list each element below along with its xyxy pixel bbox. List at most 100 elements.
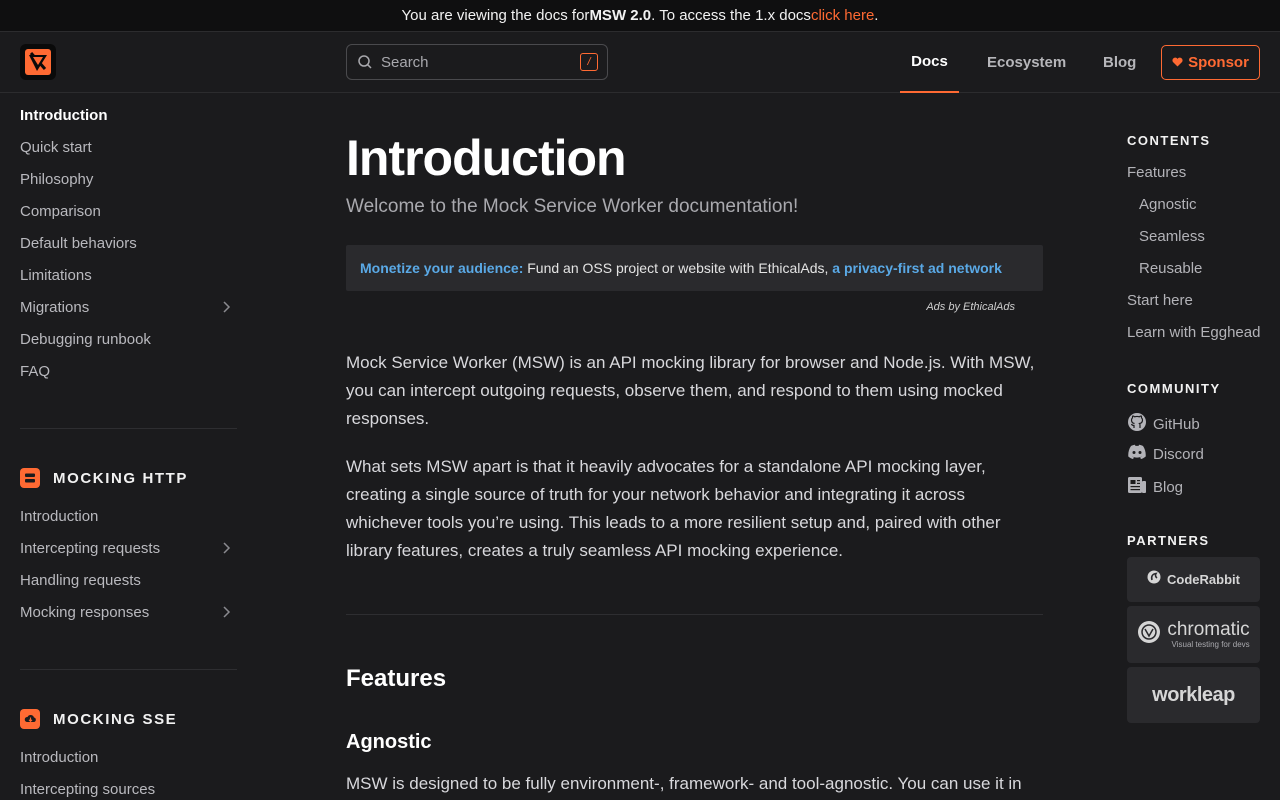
ad-link: a privacy-first ad network	[832, 260, 1002, 276]
sidebar-item-handling-requests[interactable]: Handling requests	[20, 568, 237, 592]
toc-item-reusable[interactable]: Reusable	[1139, 260, 1202, 277]
sidebar-item-label: Intercepting requests	[20, 539, 161, 557]
sidebar-item-label: Default behaviors	[20, 234, 137, 252]
site-header: Search / Docs Ecosystem Blog Sponsor	[0, 32, 1280, 93]
community-link-label: Discord	[1153, 445, 1204, 463]
page-subtitle: Welcome to the Mock Service Worker docum…	[346, 196, 799, 217]
sponsor-label: Sponsor	[1188, 54, 1249, 71]
search-placeholder: Search	[381, 53, 429, 71]
toc-item-seamless[interactable]: Seamless	[1139, 228, 1205, 245]
sidebar-item-migrations[interactable]: Migrations	[20, 295, 237, 319]
toc-item-start-here[interactable]: Start here	[1127, 292, 1193, 309]
ad-attribution[interactable]: Ads by EthicalAds	[926, 301, 1015, 313]
cloud-download-icon	[20, 709, 40, 729]
partner-name: workleap	[1152, 683, 1235, 706]
agnostic-paragraph: MSW is designed to be fully environment-…	[346, 774, 1022, 793]
sidebar-item-label: Comparison	[20, 202, 101, 220]
sidebar-item-sse-introduction[interactable]: Introduction	[20, 745, 237, 769]
sidebar-item-faq[interactable]: FAQ	[20, 359, 237, 383]
intro-paragraph: What sets MSW apart is that it heavily a…	[346, 457, 1001, 560]
partner-coderabbit[interactable]: CodeRabbit	[1127, 557, 1260, 602]
sidebar-item-introduction[interactable]: Introduction	[20, 103, 237, 127]
version-banner: You are viewing the docs for MSW 2.0 . T…	[0, 0, 1280, 32]
sidebar-item-label: Quick start	[20, 138, 92, 156]
features-heading: Features	[346, 665, 447, 692]
nav-docs[interactable]: Docs	[900, 32, 959, 93]
newspaper-icon	[1127, 476, 1147, 498]
sidebar-item-http-introduction[interactable]: Introduction	[20, 504, 237, 528]
sidebar-item-label: Mocking responses	[20, 603, 150, 621]
sidebar-divider	[20, 428, 237, 429]
banner-version: MSW 2.0	[589, 7, 652, 24]
sidebar-item-label: Limitations	[20, 266, 92, 284]
sidebar-item-quick-start[interactable]: Quick start	[20, 135, 237, 159]
toc-item-learn-with-egghead[interactable]: Learn with Egghead	[1127, 324, 1260, 341]
partner-tagline: Visual testing for devs	[1171, 640, 1250, 649]
discord-icon	[1127, 444, 1147, 464]
nav-ecosystem[interactable]: Ecosystem	[987, 32, 1066, 93]
banner-link[interactable]: click here	[811, 7, 874, 24]
toc-heading-contents: CONTENTS	[1127, 133, 1211, 148]
sidebar-item-label: Introduction	[20, 106, 108, 124]
server-icon	[20, 468, 40, 488]
toc-heading-community: COMMUNITY	[1127, 381, 1221, 396]
agnostic-heading: Agnostic	[346, 731, 432, 753]
partner-chromatic[interactable]: chromatic Visual testing for devs	[1127, 606, 1260, 663]
search-input[interactable]: Search /	[346, 44, 608, 80]
section-title: MOCKING SSE	[53, 710, 178, 728]
msw-logo-icon	[25, 49, 51, 75]
community-link-github[interactable]: GitHub	[1127, 412, 1200, 436]
community-link-blog[interactable]: Blog	[1127, 476, 1183, 498]
sidebar-item-label: Handling requests	[20, 571, 141, 589]
partner-name: chromatic	[1167, 619, 1250, 640]
sidebar-item-label: Migrations	[20, 298, 90, 316]
ad-headline: Monetize your audience:	[360, 260, 524, 276]
sidebar-item-label: Introduction	[20, 748, 99, 766]
intro-paragraph: Mock Service Worker (MSW) is an API mock…	[346, 353, 1035, 428]
nav-blog[interactable]: Blog	[1103, 32, 1136, 93]
coderabbit-logo-icon	[1147, 570, 1161, 589]
chromatic-logo-icon	[1137, 620, 1161, 649]
sidebar-item-comparison[interactable]: Comparison	[20, 199, 237, 223]
chevron-right-icon	[219, 605, 233, 619]
banner-prefix: You are viewing the docs for	[401, 7, 590, 24]
content-divider	[346, 614, 1043, 615]
sidebar-item-label: Intercepting sources	[20, 780, 156, 798]
partner-name: CodeRabbit	[1167, 572, 1240, 587]
github-icon	[1127, 412, 1147, 436]
sidebar-item-mocking-responses[interactable]: Mocking responses	[20, 600, 237, 624]
sidebar-item-default-behaviors[interactable]: Default behaviors	[20, 231, 237, 255]
section-title: MOCKING HTTP	[53, 469, 189, 487]
section-heading-mocking-http: MOCKING HTTP	[20, 467, 188, 489]
toc-item-agnostic[interactable]: Agnostic	[1139, 196, 1197, 213]
banner-suffix: .	[874, 7, 879, 24]
sidebar-item-label: FAQ	[20, 362, 51, 380]
section-heading-mocking-sse: MOCKING SSE	[20, 708, 177, 730]
ethical-ad[interactable]: Monetize your audience: Fund an OSS proj…	[346, 245, 1043, 291]
sidebar-item-intercepting-sources[interactable]: Intercepting sources	[20, 777, 237, 800]
sidebar-item-limitations[interactable]: Limitations	[20, 263, 237, 287]
msw-logo[interactable]	[20, 44, 56, 80]
partner-workleap[interactable]: workleap	[1127, 667, 1260, 723]
sidebar-item-philosophy[interactable]: Philosophy	[20, 167, 237, 191]
page-title: Introduction	[346, 130, 627, 186]
community-link-discord[interactable]: Discord	[1127, 444, 1204, 464]
toc-item-features[interactable]: Features	[1127, 164, 1186, 181]
toc-heading-partners: PARTNERS	[1127, 533, 1210, 548]
sidebar-item-label: Philosophy	[20, 170, 94, 188]
community-link-label: GitHub	[1153, 415, 1200, 433]
chevron-right-icon	[219, 300, 233, 314]
banner-middle: . To access the 1.x docs	[651, 7, 811, 24]
sidebar-item-debugging-runbook[interactable]: Debugging runbook	[20, 327, 237, 351]
search-icon	[357, 54, 373, 70]
sidebar-divider	[20, 669, 237, 670]
chevron-right-icon	[219, 541, 233, 555]
sidebar-item-label: Debugging runbook	[20, 330, 151, 348]
sidebar-item-label: Introduction	[20, 507, 99, 525]
sponsor-button[interactable]: Sponsor	[1161, 45, 1260, 80]
chromatic-wordmark: chromatic Visual testing for devs	[1167, 619, 1250, 650]
ad-body: Fund an OSS project or website with Ethi…	[523, 260, 833, 276]
search-shortcut-key: /	[580, 53, 598, 71]
sidebar-item-intercepting-requests[interactable]: Intercepting requests	[20, 536, 237, 560]
heart-icon	[1172, 54, 1183, 71]
